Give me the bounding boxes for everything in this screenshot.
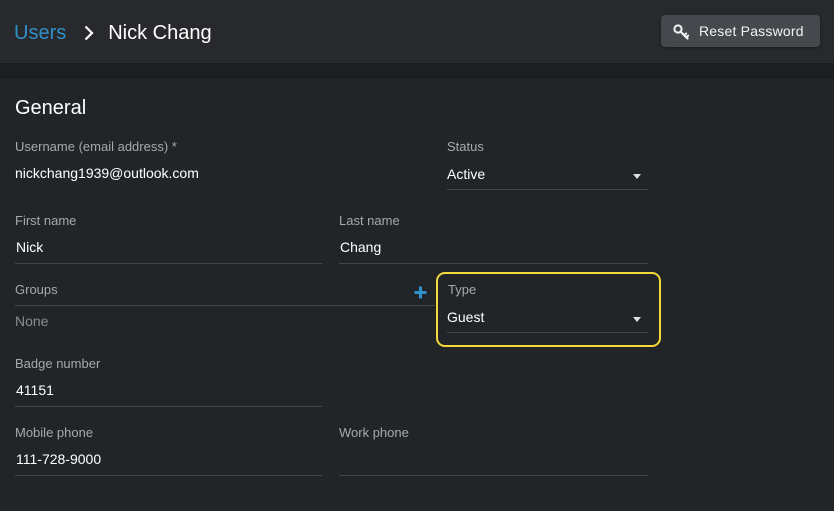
breadcrumb: Users Nick Chang bbox=[14, 20, 212, 46]
groups-value: None bbox=[15, 313, 49, 329]
groups-label: Groups bbox=[15, 282, 58, 297]
badge-number-underline bbox=[15, 406, 322, 407]
section-title-general: General bbox=[15, 97, 87, 119]
work-phone-label: Work phone bbox=[339, 425, 409, 440]
chevron-right-icon bbox=[76, 23, 102, 43]
badge-number-label: Badge number bbox=[15, 356, 101, 371]
header-divider bbox=[0, 64, 834, 79]
mobile-phone-input[interactable]: 111-728-9000 bbox=[16, 451, 101, 467]
chevron-down-icon[interactable] bbox=[633, 174, 641, 179]
work-phone-underline bbox=[339, 475, 648, 476]
last-name-label: Last name bbox=[339, 213, 400, 228]
groups-underline bbox=[15, 305, 435, 306]
mobile-phone-underline bbox=[15, 475, 322, 476]
type-underline bbox=[447, 332, 648, 333]
chevron-down-icon[interactable] bbox=[633, 317, 641, 322]
page-header: Users Nick Chang Reset Password bbox=[0, 0, 834, 64]
status-select[interactable]: Active bbox=[447, 166, 485, 182]
breadcrumb-users-link[interactable]: Users bbox=[14, 22, 66, 45]
badge-number-input[interactable]: 41151 bbox=[16, 382, 54, 398]
last-name-underline bbox=[339, 263, 648, 264]
reset-password-label: Reset Password bbox=[699, 23, 804, 39]
status-underline bbox=[447, 189, 648, 190]
last-name-input[interactable]: Chang bbox=[340, 239, 381, 255]
first-name-label: First name bbox=[15, 213, 77, 228]
first-name-input[interactable]: Nick bbox=[16, 239, 43, 255]
page-title: Nick Chang bbox=[108, 21, 212, 44]
first-name-underline bbox=[15, 263, 322, 264]
username-label: Username (email address) * bbox=[15, 139, 177, 154]
type-select[interactable]: Guest bbox=[447, 309, 484, 325]
add-group-icon[interactable] bbox=[414, 286, 427, 299]
reset-password-button[interactable]: Reset Password bbox=[661, 15, 820, 47]
type-label: Type bbox=[448, 282, 477, 297]
mobile-phone-label: Mobile phone bbox=[15, 425, 94, 440]
key-icon bbox=[673, 23, 690, 40]
username-value: nickchang1939@outlook.com bbox=[15, 165, 199, 181]
status-label: Status bbox=[447, 139, 484, 154]
